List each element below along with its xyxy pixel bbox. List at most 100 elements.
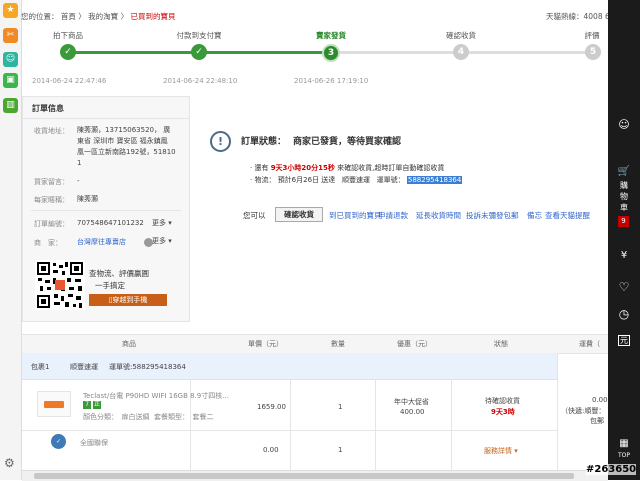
complaint-link[interactable]: 投訴未彌發包郵 <box>466 210 519 221</box>
column-header: 運費（ <box>579 340 600 348</box>
bag-icon[interactable]: ▣ <box>3 73 18 88</box>
column-header: 數量 <box>331 340 345 348</box>
caret-down-icon: ▾ <box>166 219 172 227</box>
countdown-timer: 9天3小時20分15秒 <box>270 164 335 172</box>
breadcrumb-separator: 〉 <box>78 12 86 21</box>
extend-receipt-link[interactable]: 延長收貨時間 <box>416 210 461 221</box>
product-thumbnail[interactable] <box>37 391 71 417</box>
order-info-title: 訂單信息 <box>32 104 64 113</box>
order-info-panel: 訂單信息 收貨地址： 陳莠灝，13715063520， 廣 東省 深圳市 寶安區… <box>22 96 190 322</box>
person-icon[interactable]: ☺ <box>3 52 18 67</box>
breadcrumb: 您的位置： 首頁 〉 我的淘寶 〉 已買到的寶貝 <box>21 11 175 22</box>
item-countdown: 9天3時 <box>491 408 515 416</box>
cart-icon[interactable]: 🛒 <box>608 166 640 177</box>
service-details-link[interactable]: 服務詳情 ▾ <box>484 446 518 456</box>
package-icon[interactable]: ▥ <box>3 98 18 113</box>
shipping-fee: 0.00 <box>592 396 608 404</box>
qr-promo-line2: 一手搞定 <box>95 281 125 290</box>
product-package-text: 套餐類型： 套餐二 <box>153 413 214 421</box>
info-icon: ! <box>210 131 231 152</box>
bought-items-link[interactable]: 到已買到的寶貝 <box>329 210 382 221</box>
tools-icon[interactable]: ✂ <box>3 28 18 43</box>
product-name-link[interactable]: Teclast/台電 P90HD WIFI 16GB 8.9寸四核... <box>83 391 229 401</box>
more-label: 更多 <box>152 237 166 245</box>
package-carrier: 順豐速運 <box>70 363 98 371</box>
address-line: 陳莠灝，13715063520， 廣 <box>77 126 171 134</box>
hotline-text: 天貓熱線：4008 6 <box>546 12 608 21</box>
seller-link[interactable]: 台灣摩往專賣店 <box>77 237 126 248</box>
star-icon[interactable]: ★ <box>3 3 18 18</box>
warranty-qty: 1 <box>338 446 343 454</box>
open-on-phone-button[interactable]: ▯穿越到手機 <box>89 294 167 306</box>
nickname-label: 每家暱稱： <box>34 196 69 204</box>
more-dropdown[interactable]: 更多 ▾ <box>152 236 172 247</box>
left-sidebar: ★ ✂ ☺ ▣ ▤ ▥ ⚙ <box>0 0 22 480</box>
user-icon[interactable]: ☺ <box>608 118 640 131</box>
order-status-text: 商家已發貨，等待買家確認 <box>293 137 402 147</box>
step-date: 2014-06-26 17:19:10 <box>294 77 369 85</box>
shipping-method: （快遞:順豐： <box>561 407 606 415</box>
more-dropdown[interactable]: 更多 ▾ <box>152 218 172 229</box>
breadcrumb-prefix: 您的位置： <box>21 12 59 21</box>
open-on-phone-label: 穿越到手機 <box>112 296 148 304</box>
caret-down-icon: ▾ <box>166 237 172 245</box>
tracking-number[interactable]: 588295418364 <box>406 176 463 184</box>
logistics-eta: 預計6月26日 送達 <box>277 176 336 184</box>
breadcrumb-my-taobao-link[interactable]: 我的淘寶 <box>88 12 118 21</box>
history-icon[interactable]: ◷ <box>608 307 640 321</box>
memo-link[interactable]: 備忘 <box>527 210 542 221</box>
step-date: 2014-06-24 22:47:46 <box>32 77 107 85</box>
cart-label: 購 <box>620 181 628 190</box>
column-header: 商品 <box>122 340 136 348</box>
cart-label: 物 <box>620 192 628 201</box>
yen-icon[interactable]: ¥ <box>608 250 640 261</box>
carrier-name: 順豐速運 <box>341 176 370 184</box>
step-number-badge: 3 <box>322 44 340 62</box>
back-to-top-button[interactable]: TOP <box>608 452 640 459</box>
confirm-countdown-line: · 還有 9天3小時20分15秒 來確認收貨,超時訂單自動確認收貨 <box>250 163 444 173</box>
quantity: 1 <box>338 403 343 411</box>
seven-day-return-badge: 7 <box>83 401 91 409</box>
discount-line: 年中大促省 <box>394 398 429 406</box>
step-label: 拍下商品 <box>53 31 83 40</box>
request-refund-link[interactable]: 申請退款 <box>378 210 408 221</box>
confirm-receipt-button[interactable]: 確認收貨 <box>275 207 323 222</box>
cart-label: 車 <box>620 203 628 212</box>
package-row: 包裹1 順豐速運 運單號:588295418364 <box>22 353 557 380</box>
heart-icon[interactable]: ♡ <box>608 280 640 294</box>
breadcrumb-current: 已買到的寶貝 <box>130 12 176 21</box>
logistics-prefix: · 物流： <box>250 176 276 184</box>
genuine-badge: 正 <box>93 401 101 409</box>
scrollbar-thumb[interactable] <box>34 473 574 479</box>
tmall-reminder-link[interactable]: 查看天貓提醒 <box>545 210 590 221</box>
warranty-shield-icon: ✓ <box>51 434 66 449</box>
countdown-prefix: · 還有 <box>250 164 269 172</box>
countdown-suffix: 來確認收貨,超時訂單自動確認收貨 <box>337 164 445 172</box>
more-label: 更多 <box>152 219 166 227</box>
logistics-line: · 物流： 預計6月26日 送達 順豐速運 運單號： 588295418364 <box>250 175 463 185</box>
check-icon: ✓ <box>191 44 207 60</box>
unit-price: 1659.00 <box>257 403 286 411</box>
step-number-badge: 4 <box>453 44 469 60</box>
caret-down-icon: ▾ <box>512 447 518 455</box>
shipping-free: 包郵 <box>590 417 604 425</box>
qr-small-icon[interactable]: ▦ <box>608 438 640 449</box>
order-number-label: 訂單編號： <box>34 220 69 228</box>
address-line: 東省 深圳市 寶安區 福永鎮鳳 <box>77 137 168 145</box>
right-sidebar: ☺ 🛒 購 物 車 9 ¥ ♡ ◷ 元 ▦ TOP <box>608 0 640 480</box>
product-color-text: 顏色分類： 扉白送綢 <box>83 413 150 421</box>
discount-amount: 400.00 <box>400 408 425 416</box>
address-label: 收貨地址： <box>34 127 69 135</box>
tracking-label: 運單號： <box>376 176 405 184</box>
step-label: 付款到支付寶 <box>176 31 222 40</box>
breadcrumb-home-link[interactable]: 首頁 <box>61 12 76 21</box>
coupon-icon[interactable]: 元 <box>608 335 640 346</box>
warranty-price: 0.00 <box>263 446 279 454</box>
item-status: 待確認收貨 <box>485 397 520 405</box>
order-status-label: 訂單狀態： <box>241 137 287 147</box>
address-line: 凰一區立新南路192號，51810 <box>77 148 176 156</box>
address-line: 1 <box>77 159 82 167</box>
breadcrumb-separator: 〉 <box>120 12 129 21</box>
horizontal-scrollbar[interactable] <box>22 470 608 481</box>
settings-icon[interactable]: ⚙ <box>4 456 15 470</box>
